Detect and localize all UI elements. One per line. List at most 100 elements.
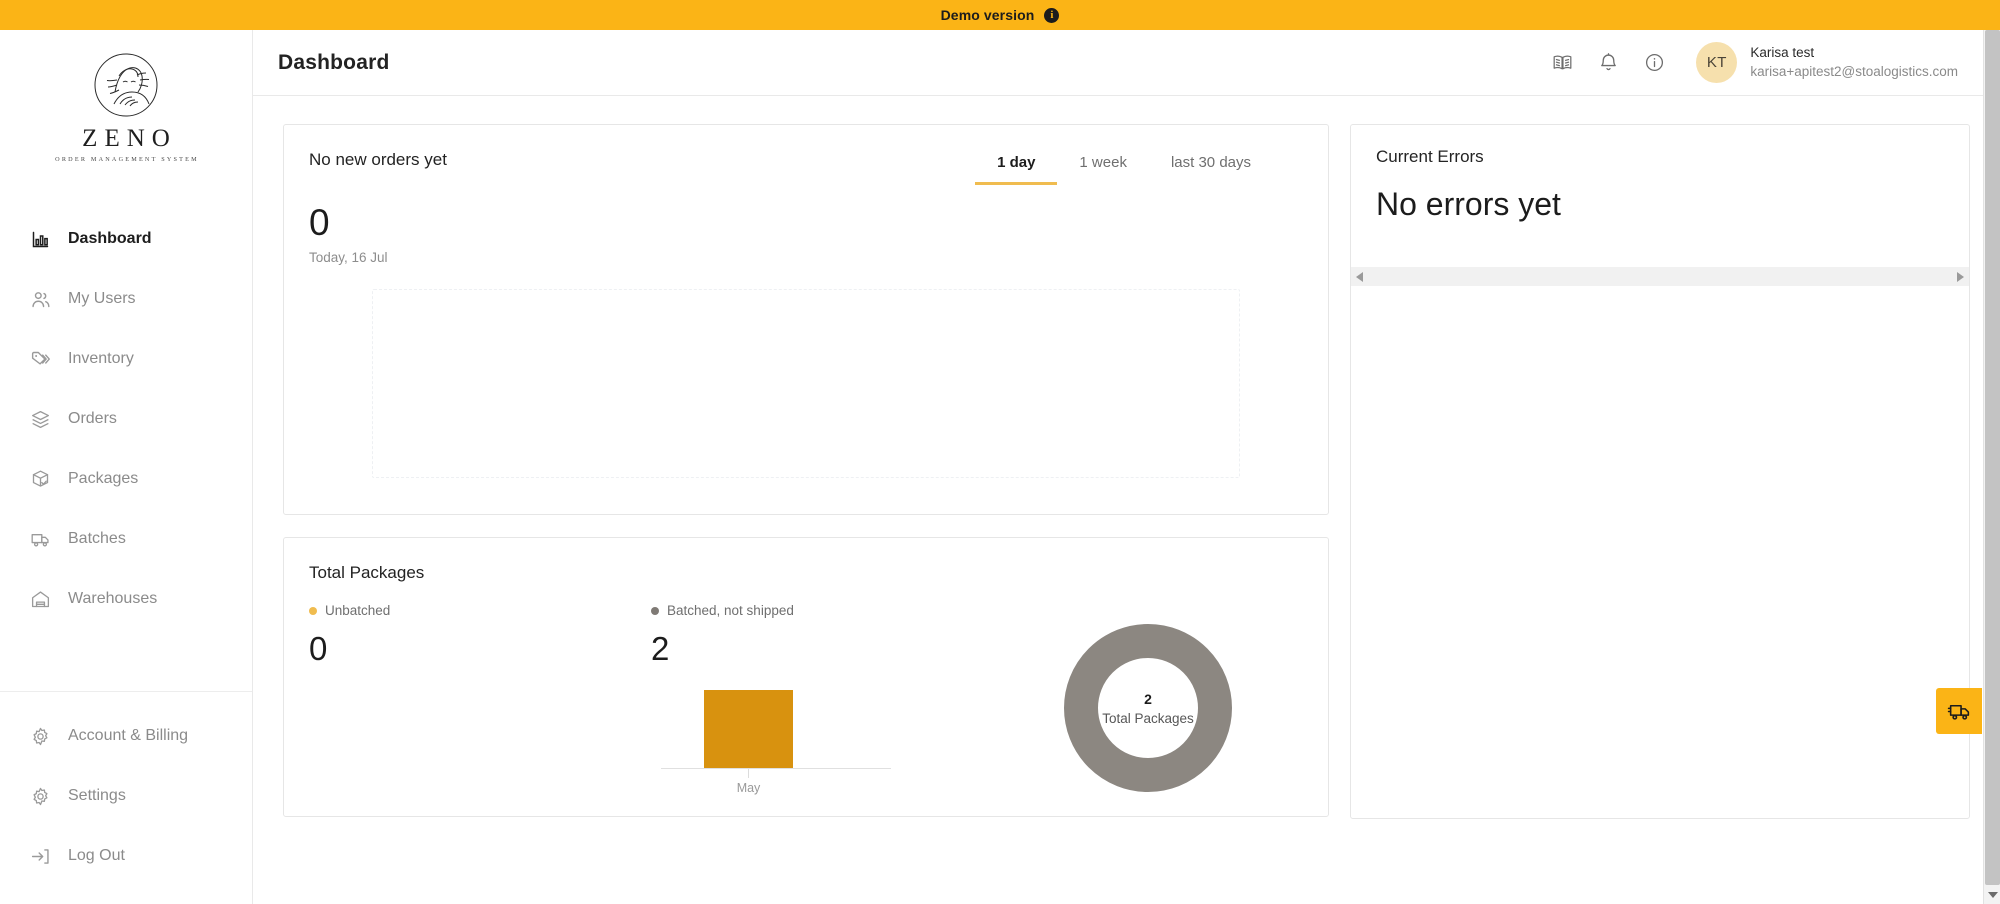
topbar-actions: KT Karisa test karisa+apitest2@stoalogis…: [1550, 42, 1958, 83]
packages-card-title: Total Packages: [309, 563, 425, 582]
bar-chart-tick: [748, 769, 749, 778]
legend-dot-batched: [651, 606, 659, 615]
orders-range-tabs: 1 day 1 week last 30 days: [975, 150, 1303, 185]
info-filled-icon[interactable]: i: [1044, 7, 1060, 23]
legend-label: Batched, not shipped: [667, 603, 794, 618]
gear-icon: [30, 786, 51, 807]
sidebar-item-account-billing[interactable]: Account & Billing: [0, 706, 252, 766]
sidebar-item-orders[interactable]: Orders: [0, 389, 252, 449]
legend-row: Batched, not shipped: [651, 603, 993, 618]
tab-1-day[interactable]: 1 day: [975, 150, 1058, 185]
sidebar-item-packages[interactable]: Packages: [0, 449, 252, 509]
legend-value: 2: [651, 630, 670, 667]
current-errors-empty-message: No errors yet: [1376, 186, 1561, 222]
legend-unbatched: Unbatched 0: [309, 603, 651, 813]
body-row: ZENO ORDER MANAGEMENT SYSTEM Dashboard M…: [0, 30, 2000, 904]
caret-right-icon[interactable]: [1957, 271, 1964, 282]
legend-row: Unbatched: [309, 603, 651, 618]
packages-donut-wrap: 2 Total Packages: [993, 603, 1303, 813]
info-circle-icon[interactable]: [1642, 51, 1666, 75]
donut-center-label: Total Packages: [1102, 710, 1194, 726]
tags-icon: [30, 349, 51, 370]
sidebar-item-warehouses[interactable]: Warehouses: [0, 569, 252, 629]
scrollbar-thumb[interactable]: [1985, 30, 2000, 885]
sidebar-item-label: Packages: [68, 470, 139, 487]
open-box-icon: [30, 409, 51, 430]
demo-version-banner: Demo version i: [0, 0, 2000, 30]
packages-bar-chart-wrap: May: [651, 665, 993, 795]
tab-1-week[interactable]: 1 week: [1057, 150, 1149, 185]
sidebar-item-settings[interactable]: Settings: [0, 766, 252, 826]
sidebar-item-log-out[interactable]: Log Out: [0, 826, 252, 886]
current-errors-scrollbar[interactable]: [1351, 267, 1969, 286]
zeno-philosopher-emblem-icon: [93, 52, 159, 118]
sidebar-item-dashboard[interactable]: Dashboard: [0, 209, 252, 269]
packages-card-body: Unbatched 0 Batched, not shipped 2 May 2…: [309, 603, 1303, 813]
users-icon: [30, 289, 51, 310]
orders-chart-placeholder: [372, 289, 1240, 478]
bar-chart-x-label: May: [736, 781, 761, 795]
caret-down-icon[interactable]: [1984, 886, 2000, 903]
page-title: Dashboard: [278, 50, 390, 74]
truck-icon: [30, 529, 51, 550]
sidebar-item-label: Dashboard: [68, 230, 152, 247]
sidebar-nav-bottom: Account & Billing Settings Log Out: [0, 691, 252, 904]
sidebar-item-label: Account & Billing: [68, 727, 189, 744]
bell-icon[interactable]: [1596, 51, 1620, 75]
donut-center: 2 Total Packages: [1064, 624, 1232, 792]
sidebar-item-inventory[interactable]: Inventory: [0, 329, 252, 389]
sidebar-item-label: Log Out: [68, 847, 125, 864]
logout-icon: [30, 846, 51, 867]
legend-batched-not-shipped: Batched, not shipped 2 May: [651, 603, 993, 813]
sidebar-item-label: Batches: [68, 530, 126, 547]
legend-label: Unbatched: [325, 603, 391, 618]
legend-value: 0: [309, 630, 328, 667]
demo-banner-label: Demo version: [940, 7, 1035, 23]
brand-logo[interactable]: ZENO ORDER MANAGEMENT SYSTEM: [0, 30, 252, 189]
orders-card: No new orders yet 1 day 1 week last 30 d…: [283, 124, 1329, 515]
sidebar-item-label: Settings: [68, 787, 126, 804]
caret-left-icon[interactable]: [1356, 271, 1363, 282]
page-scrollbar[interactable]: [1983, 30, 2000, 904]
sidebar-item-label: Inventory: [68, 350, 134, 367]
package-check-icon: [30, 469, 51, 490]
delivery-truck-floating-button[interactable]: [1936, 688, 1982, 734]
orders-count: 0: [309, 202, 330, 243]
packages-bar-chart: May: [661, 665, 891, 795]
user-menu[interactable]: KT Karisa test karisa+apitest2@stoalogis…: [1696, 42, 1958, 83]
current-errors-card: Current Errors No errors yet: [1350, 124, 1970, 819]
dashboard-main: No new orders yet 1 day 1 week last 30 d…: [253, 96, 2000, 904]
user-email: karisa+apitest2@stoalogistics.com: [1750, 64, 1958, 79]
book-icon[interactable]: [1550, 51, 1574, 75]
sidebar-item-my-users[interactable]: My Users: [0, 269, 252, 329]
right-column: Current Errors No errors yet: [1350, 124, 1970, 904]
topbar: Dashboard KT Karisa test karisa+apitest2…: [253, 30, 2000, 96]
bar-chart-axis: [661, 768, 891, 769]
left-column: No new orders yet 1 day 1 week last 30 d…: [283, 124, 1329, 904]
delivery-truck-icon: [1947, 699, 1972, 724]
warehouse-icon: [30, 589, 51, 610]
orders-date: Today, 16 Jul: [309, 250, 388, 265]
orders-card-title: No new orders yet: [309, 150, 447, 169]
current-errors-title: Current Errors: [1376, 147, 1484, 166]
packages-card: Total Packages Unbatched 0 Batched, not …: [283, 537, 1329, 817]
sidebar-item-label: Orders: [68, 410, 117, 427]
orders-card-header: No new orders yet 1 day 1 week last 30 d…: [309, 150, 1303, 185]
app-root: Demo version i ZENO ORDER MANAGEMENT SYS…: [0, 0, 2000, 904]
sidebar-item-label: Warehouses: [68, 590, 158, 607]
legend-dot-unbatched: [309, 606, 317, 615]
bar-chart-icon: [30, 229, 51, 250]
packages-donut-chart[interactable]: 2 Total Packages: [1064, 624, 1232, 792]
avatar: KT: [1696, 42, 1738, 83]
sidebar: ZENO ORDER MANAGEMENT SYSTEM Dashboard M…: [0, 30, 253, 904]
sidebar-nav-main: Dashboard My Users Inventory Orders Pack…: [0, 189, 252, 629]
content-area: Dashboard KT Karisa test karisa+apitest2…: [253, 30, 2000, 904]
sidebar-item-label: My Users: [68, 290, 136, 307]
user-info: Karisa test karisa+apitest2@stoalogistic…: [1750, 45, 1958, 79]
bar-may[interactable]: [704, 690, 793, 768]
brand-wordmark: ZENO: [82, 125, 177, 152]
tab-last-30-days[interactable]: last 30 days: [1149, 150, 1273, 185]
brand-tagline: ORDER MANAGEMENT SYSTEM: [55, 156, 199, 163]
sidebar-item-batches[interactable]: Batches: [0, 509, 252, 569]
donut-center-value: 2: [1144, 690, 1152, 707]
